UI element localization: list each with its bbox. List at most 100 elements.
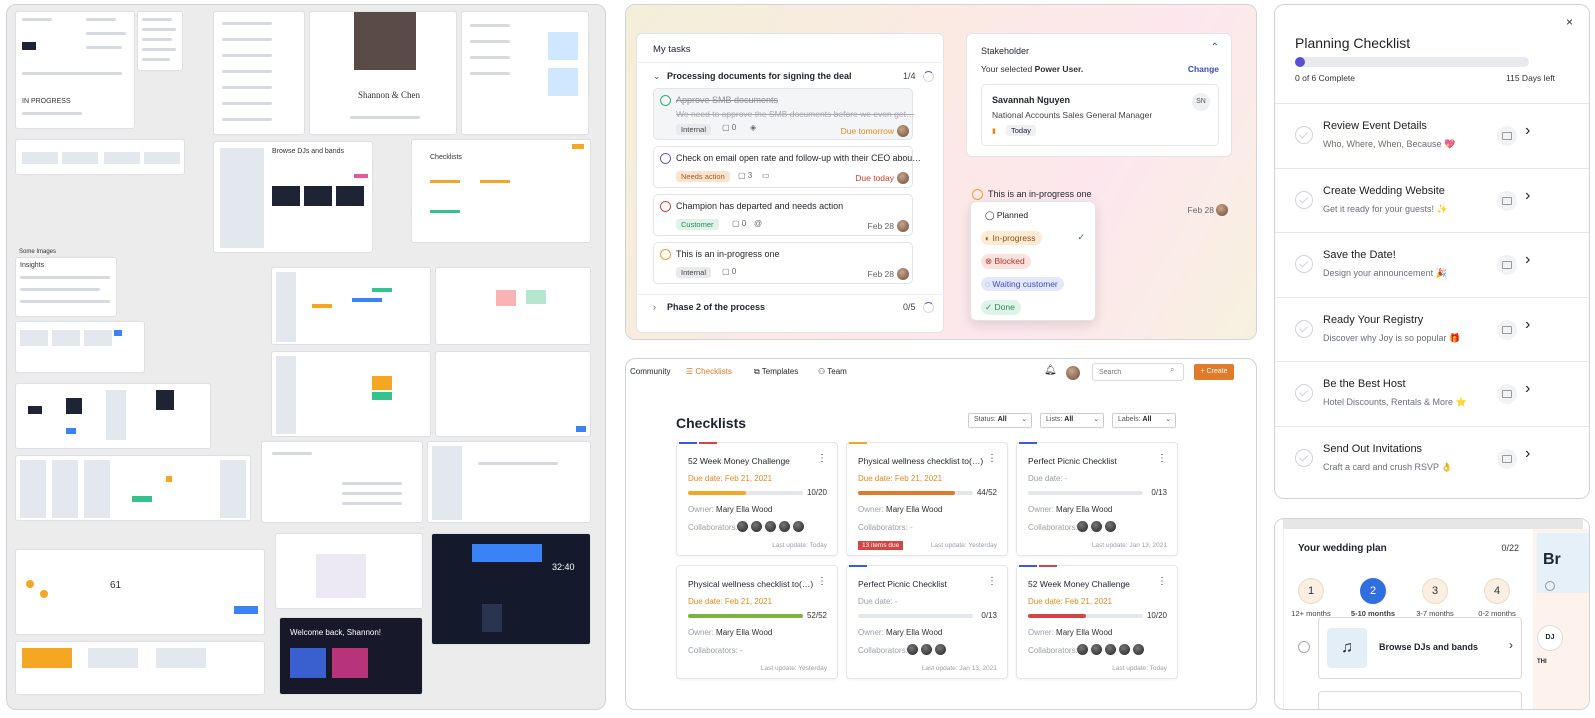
nav-team[interactable]: ⚇ Team bbox=[818, 367, 847, 376]
more-menu-icon[interactable]: ⋮ bbox=[1157, 576, 1167, 587]
change-link[interactable]: Change bbox=[1188, 64, 1219, 74]
group-expand-chevron-icon[interactable]: ⌄ bbox=[653, 71, 661, 82]
planning-item[interactable]: Review Event Details Who, Where, When, B… bbox=[1275, 103, 1589, 167]
thumbnail-calendar-4[interactable] bbox=[435, 351, 591, 437]
thumbnail-wedding-app[interactable] bbox=[275, 533, 423, 609]
check-circle-icon[interactable] bbox=[1295, 384, 1313, 402]
check-circle-icon[interactable] bbox=[1295, 448, 1313, 467]
thumbnail-app-screens[interactable]: 61 bbox=[15, 549, 265, 635]
check-circle-icon[interactable] bbox=[1295, 126, 1313, 144]
nav-templates[interactable]: ⧉ Templates bbox=[754, 367, 798, 377]
group-collapse-chevron-icon[interactable]: › bbox=[653, 302, 656, 312]
thumbnail-stats[interactable] bbox=[15, 321, 145, 373]
thumbnail-checklist-mobile[interactable] bbox=[461, 11, 589, 135]
chevron-right-icon[interactable]: › bbox=[1525, 380, 1530, 398]
check-circle-icon[interactable] bbox=[1295, 319, 1313, 338]
checklist-card[interactable]: 52 Week Money Challenge ⋮ Due date: Feb 21… bbox=[1016, 565, 1178, 679]
chevron-right-icon[interactable]: › bbox=[1525, 445, 1530, 463]
thumbnail-toolbar[interactable] bbox=[15, 139, 185, 175]
in-progress-status-icon[interactable] bbox=[660, 249, 671, 260]
more-menu-icon[interactable]: ⋮ bbox=[987, 576, 997, 587]
planning-item[interactable]: Be the Best Host Hotel Discounts, Rental… bbox=[1275, 361, 1589, 425]
collaborator-avatar[interactable] bbox=[1105, 644, 1116, 655]
task-checkbox[interactable] bbox=[1298, 641, 1310, 653]
thumbnail-calendar-1[interactable] bbox=[271, 267, 431, 345]
nav-community[interactable]: Community bbox=[630, 367, 670, 376]
status-option-in-progress[interactable]: ◐ In-progress bbox=[981, 231, 1042, 245]
collaborator-avatar[interactable] bbox=[1077, 644, 1088, 655]
user-avatar[interactable] bbox=[1066, 366, 1080, 380]
calendar-icon[interactable] bbox=[1497, 319, 1517, 340]
thumbnail-phones[interactable] bbox=[15, 455, 251, 521]
done-status-icon[interactable] bbox=[660, 95, 671, 106]
calendar-icon[interactable] bbox=[1497, 190, 1517, 211]
more-menu-icon[interactable]: ⋮ bbox=[987, 453, 997, 464]
thumbnail-checklists[interactable]: Checklists bbox=[411, 139, 591, 243]
status-option-done[interactable]: ✓ Done bbox=[981, 300, 1021, 315]
check-circle-icon[interactable] bbox=[1295, 190, 1313, 209]
checklist-card[interactable]: 52 Week Money Challenge ⋮ Due date: Feb 21… bbox=[676, 442, 838, 556]
collaborator-avatar[interactable] bbox=[1133, 644, 1144, 655]
group-title[interactable]: Processing documents for signing the dea… bbox=[667, 71, 852, 81]
task-item[interactable]: Approve SMB documents We need to approve… bbox=[653, 88, 914, 140]
chevron-right-icon[interactable]: › bbox=[1525, 187, 1530, 205]
checklist-card[interactable]: Physical wellness checklist to(…) ⋮ Due da… bbox=[676, 565, 838, 679]
thumbnail-calendar-3[interactable] bbox=[435, 267, 591, 345]
timeline-step[interactable]: 4 bbox=[1484, 578, 1510, 604]
more-menu-icon[interactable]: ⋮ bbox=[817, 453, 827, 464]
collaborator-avatar[interactable] bbox=[737, 521, 748, 532]
stakeholder-person[interactable]: Savannah Nguyen National Accounts Sales … bbox=[981, 84, 1219, 146]
thumbnail-mobile-row[interactable] bbox=[15, 383, 211, 449]
status-option-blocked[interactable]: ⊗ Blocked bbox=[981, 254, 1031, 269]
thumbnail-calendar-2[interactable] bbox=[271, 351, 431, 437]
create-button[interactable]: + Create bbox=[1194, 364, 1234, 380]
collaborator-avatar[interactable] bbox=[935, 644, 946, 655]
collaborator-avatar[interactable] bbox=[1091, 644, 1102, 655]
task-item[interactable]: Champion has departed and needs action C… bbox=[653, 194, 913, 236]
calendar-icon[interactable] bbox=[1497, 255, 1517, 275]
collaborator-avatar[interactable] bbox=[907, 644, 918, 655]
waiting-status-icon[interactable] bbox=[660, 153, 671, 164]
nav-checklists[interactable]: ☰ Checklists bbox=[686, 367, 732, 376]
calendar-icon[interactable] bbox=[1497, 384, 1517, 404]
checklist-card[interactable]: Perfect Picnic Checklist ⋮ Due date: - 0/13… bbox=[1016, 442, 1178, 556]
thumbnail-dark-dashboard[interactable]: 32:40 bbox=[431, 533, 591, 645]
group-title[interactable]: Phase 2 of the process bbox=[667, 302, 765, 312]
check-circle-icon[interactable] bbox=[1295, 255, 1313, 273]
planning-item[interactable]: Create Wedding Website Get it ready for … bbox=[1275, 167, 1589, 232]
thumbnail-insights[interactable]: Insights bbox=[15, 257, 117, 317]
timeline-step[interactable]: 1 bbox=[1298, 578, 1324, 604]
status-option-planned[interactable]: ◯ Planned bbox=[981, 208, 1034, 223]
thumbnail-planning-list[interactable] bbox=[213, 11, 305, 135]
thumbnail-wedding-site[interactable]: Shannon & Chen bbox=[309, 11, 457, 135]
filter-labels[interactable]: Labels: All ⌄ bbox=[1112, 413, 1176, 428]
blocked-status-icon[interactable] bbox=[660, 201, 671, 212]
task-item[interactable]: Check on email open rate and follow-up w… bbox=[653, 146, 921, 188]
collaborator-avatar[interactable] bbox=[751, 521, 762, 532]
chevron-right-icon[interactable]: › bbox=[1525, 122, 1530, 140]
collaborator-avatar[interactable] bbox=[1105, 521, 1116, 532]
collaborator-avatar[interactable] bbox=[1091, 521, 1102, 532]
chevron-right-icon[interactable]: › bbox=[1525, 316, 1530, 334]
collaborator-avatar[interactable] bbox=[921, 644, 932, 655]
timeline-step[interactable]: 2 bbox=[1360, 578, 1386, 604]
thumbnail-welcome[interactable]: Welcome back, Shannon! bbox=[279, 617, 423, 695]
status-option-waiting[interactable]: ◌ Waiting customer bbox=[981, 277, 1064, 291]
chevron-right-icon[interactable]: › bbox=[1525, 251, 1530, 269]
filter-lists[interactable]: Lists: All ⌄ bbox=[1040, 413, 1104, 428]
timeline-step[interactable]: 3 bbox=[1422, 578, 1448, 604]
planning-item[interactable]: Send Out Invitations Craft a card and cr… bbox=[1275, 425, 1589, 490]
collaborator-avatar[interactable] bbox=[779, 521, 790, 532]
calendar-icon[interactable] bbox=[1497, 126, 1517, 146]
planning-item[interactable]: Save the Date! Design your announcement … bbox=[1275, 232, 1589, 296]
thumbnail-cards-bottom[interactable] bbox=[15, 641, 265, 695]
thumbnail-dashboard[interactable]: IN PROGRESS bbox=[15, 11, 135, 129]
collaborator-avatar[interactable] bbox=[1077, 521, 1088, 532]
checklist-card[interactable]: Perfect Picnic Checklist ⋮ Due date: - 0/13… bbox=[846, 565, 1008, 679]
thumbnail-browse[interactable]: Browse DJs and bands bbox=[213, 141, 373, 253]
more-menu-icon[interactable]: ⋮ bbox=[817, 576, 827, 587]
thumbnail-list[interactable] bbox=[137, 11, 183, 71]
planning-item[interactable]: Ready Your Registry Discover why Joy is … bbox=[1275, 296, 1589, 361]
bell-icon[interactable]: 🔔︎ bbox=[1044, 365, 1057, 376]
next-card-peek[interactable]: Br DJ THI bbox=[1533, 529, 1589, 709]
